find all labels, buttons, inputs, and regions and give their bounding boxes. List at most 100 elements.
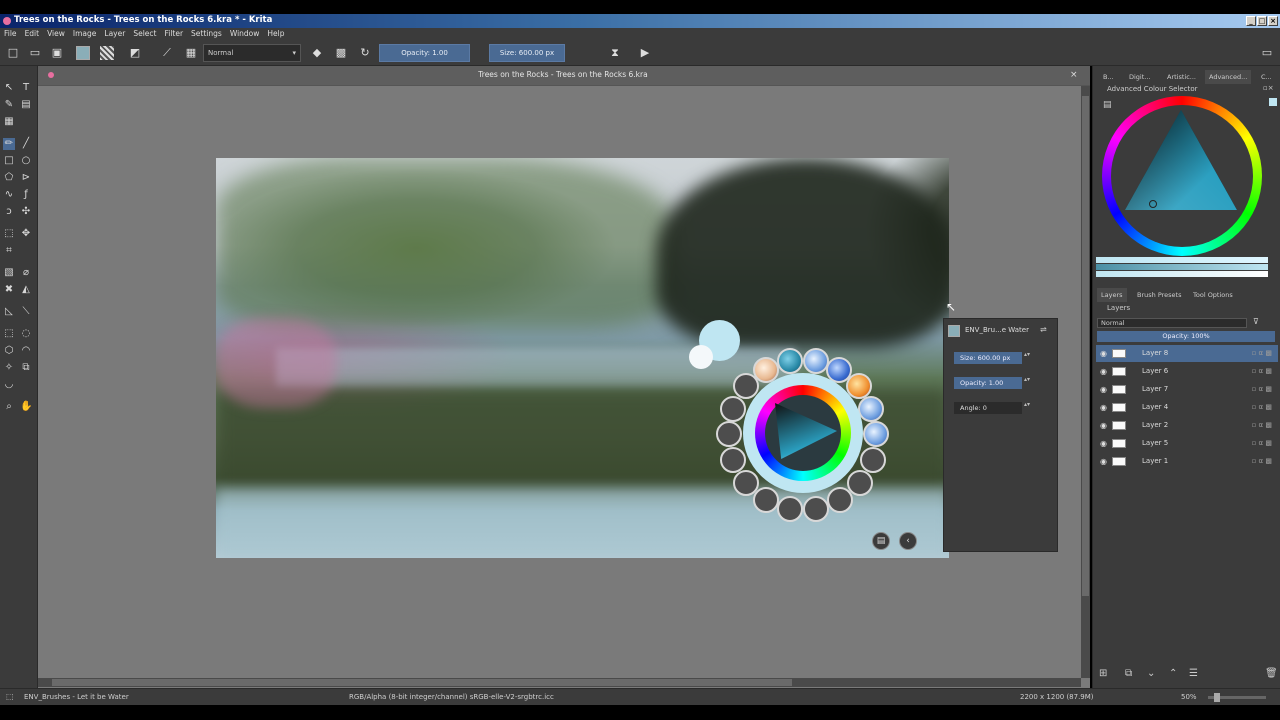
color-slider-1[interactable] xyxy=(1096,257,1268,263)
docker-tab-advanced[interactable]: Advanced... xyxy=(1205,70,1252,84)
size-spin-icon[interactable]: ▴▾ xyxy=(1024,352,1030,364)
opacity-spin-icon[interactable]: ▴▾ xyxy=(1024,377,1030,389)
zoom-tool-icon[interactable]: ⌕ xyxy=(3,401,15,413)
fill-tool-icon[interactable]: ◭ xyxy=(20,284,32,296)
size-slider[interactable]: Size: 600.00 px xyxy=(489,44,565,62)
duplicate-layer-icon[interactable]: ⧉ xyxy=(1125,668,1132,679)
rect-select-icon[interactable]: ⬚ xyxy=(3,328,15,340)
palette-empty-slot[interactable] xyxy=(803,496,829,522)
visibility-eye-icon[interactable]: ◉ xyxy=(1100,363,1107,380)
docker-tab-5[interactable]: C... xyxy=(1257,70,1276,84)
freehand-path-icon[interactable]: ƒ xyxy=(20,189,32,201)
angle-spin-icon[interactable]: ▴▾ xyxy=(1024,402,1030,414)
menu-settings[interactable]: Settings xyxy=(187,28,226,40)
blend-mode-select[interactable]: Normal ▾ xyxy=(203,44,301,62)
close-document-icon[interactable]: × xyxy=(1070,70,1078,80)
color-picker-icon[interactable]: ⌀ xyxy=(20,267,32,279)
layer-lock-alpha-icons[interactable]: ▫ α ▩ xyxy=(1252,363,1272,380)
visibility-eye-icon[interactable]: ◉ xyxy=(1100,417,1107,434)
docker-tab-brush-presets[interactable]: Brush Presets xyxy=(1133,288,1185,302)
workspace-icon[interactable]: ▭ xyxy=(1260,46,1274,60)
bezier-select-icon[interactable]: ◡ xyxy=(3,379,15,391)
minimize-button[interactable]: _ xyxy=(1246,16,1256,26)
save-icon[interactable]: ▣ xyxy=(50,46,64,60)
smart-patch-icon[interactable]: ✖ xyxy=(3,284,15,296)
pan-tool-icon[interactable]: ✋ xyxy=(20,401,32,413)
menu-file[interactable]: File xyxy=(0,28,21,40)
layer-lock-alpha-icons[interactable]: ▫ α ▩ xyxy=(1252,345,1272,362)
rectangle-tool-icon[interactable]: □ xyxy=(3,155,15,167)
magic-wand-icon[interactable]: ✧ xyxy=(3,362,15,374)
move-layer-up-icon[interactable]: ⌃ xyxy=(1169,668,1177,679)
opacity-slider[interactable]: Opacity: 1.00 xyxy=(379,44,470,62)
close-window-button[interactable]: × xyxy=(1268,16,1278,26)
add-layer-icon[interactable]: ⊞ xyxy=(1099,668,1107,679)
brush-settings-icon[interactable]: ⇌ xyxy=(1040,325,1047,334)
brush-angle-field[interactable]: Angle: 0 xyxy=(954,402,1022,414)
docker-tab-3[interactable]: Artistic... xyxy=(1163,70,1200,84)
menu-select[interactable]: Select xyxy=(129,28,160,40)
menu-layer[interactable]: Layer xyxy=(100,28,129,40)
layer-row[interactable]: ◉ Layer 4 ▫ α ▩ xyxy=(1096,399,1278,416)
select-shape-icon[interactable]: ↖ xyxy=(3,82,15,94)
dynamic-brush-icon[interactable]: ↄ xyxy=(3,206,15,218)
new-document-icon[interactable]: □ xyxy=(6,46,20,60)
menu-filter[interactable]: Filter xyxy=(160,28,187,40)
menu-image[interactable]: Image xyxy=(69,28,101,40)
docker-tab-layers[interactable]: Layers xyxy=(1097,288,1127,302)
eraser-icon[interactable]: ◆ xyxy=(310,46,324,60)
colour-settings-icon[interactable]: ▤ xyxy=(1103,100,1112,110)
layer-row[interactable]: ◉ Layer 1 ▫ α ▩ xyxy=(1096,453,1278,470)
transform-icon[interactable]: ⬚ xyxy=(3,228,15,240)
layer-blend-select[interactable]: Normal xyxy=(1097,318,1247,328)
zoom-level[interactable]: 50% xyxy=(1181,689,1197,705)
fg-bg-color-icon[interactable]: ◩ xyxy=(128,46,142,60)
layer-properties-icon[interactable]: ☰ xyxy=(1189,668,1198,679)
current-color-swatch[interactable] xyxy=(1269,98,1277,106)
ellipse-tool-icon[interactable]: ○ xyxy=(20,155,32,167)
color-picker-handle[interactable] xyxy=(1149,200,1157,208)
float-close-icons[interactable]: ▫× xyxy=(1263,84,1274,92)
polygon-select-icon[interactable]: ⬡ xyxy=(3,345,15,357)
palette-empty-slot[interactable] xyxy=(860,447,886,473)
layer-row[interactable]: ◉ Layer 7 ▫ α ▩ xyxy=(1096,381,1278,398)
crop-tool-icon[interactable]: ⌗ xyxy=(3,245,15,257)
mirror-vertical-icon[interactable]: ▶ xyxy=(638,46,652,60)
palette-preset-6[interactable] xyxy=(858,396,884,422)
move-layer-down-icon[interactable]: ⌄ xyxy=(1147,668,1155,679)
palette-preset-2[interactable] xyxy=(777,348,803,374)
layer-lock-alpha-icons[interactable]: ▫ α ▩ xyxy=(1252,399,1272,416)
docker-tab-1[interactable]: B... xyxy=(1099,70,1118,84)
docker-tab-tool-options[interactable]: Tool Options xyxy=(1189,288,1237,302)
mirror-horizontal-icon[interactable]: ⧗ xyxy=(608,46,622,60)
visibility-eye-icon[interactable]: ◉ xyxy=(1100,345,1107,362)
layer-lock-alpha-icons[interactable]: ▫ α ▩ xyxy=(1252,381,1272,398)
visibility-eye-icon[interactable]: ◉ xyxy=(1100,435,1107,452)
brush-settings-icon[interactable]: ⟋ xyxy=(160,46,174,60)
reload-preset-icon[interactable]: ↻ xyxy=(358,46,372,60)
brush-opacity-field[interactable]: Opacity: 1.00 xyxy=(954,377,1022,389)
chevron-left-icon[interactable]: ‹ xyxy=(899,532,917,550)
similar-select-icon[interactable]: ⧉ xyxy=(20,362,32,374)
layer-lock-alpha-icons[interactable]: ▫ α ▩ xyxy=(1252,435,1272,452)
maximize-button[interactable]: □ xyxy=(1257,16,1267,26)
preserve-alpha-icon[interactable]: ▩ xyxy=(334,46,348,60)
palette-empty-slot[interactable] xyxy=(733,470,759,496)
gradient-tool-icon[interactable]: ▧ xyxy=(3,267,15,279)
color-profile-status[interactable]: RGB/Alpha (8-bit integer/channel) sRGB-e… xyxy=(349,689,554,705)
popup-palette[interactable] xyxy=(715,345,890,522)
vertical-scrollbar[interactable] xyxy=(1081,86,1090,678)
layer-row[interactable]: ◉ Layer 6 ▫ α ▩ xyxy=(1096,363,1278,380)
multibrush-icon[interactable]: ✣ xyxy=(20,206,32,218)
palette-empty-slot[interactable] xyxy=(753,487,779,513)
visibility-eye-icon[interactable]: ◉ xyxy=(1100,399,1107,416)
measure-tool-icon[interactable]: ⟍ xyxy=(20,306,32,318)
current-brush-status[interactable]: ENV_Brushes - Let it be Water xyxy=(24,689,129,705)
layer-opacity-slider[interactable]: Opacity: 100% xyxy=(1097,331,1275,342)
layer-row[interactable]: ◉ Layer 8 ▫ α ▩ xyxy=(1096,345,1278,362)
brush-size-field[interactable]: Size: 600.00 px xyxy=(954,352,1022,364)
menu-window[interactable]: Window xyxy=(226,28,264,40)
zoom-slider-handle[interactable] xyxy=(1214,693,1220,702)
palette-empty-slot[interactable] xyxy=(720,396,746,422)
freehand-select-icon[interactable]: ◠ xyxy=(20,345,32,357)
